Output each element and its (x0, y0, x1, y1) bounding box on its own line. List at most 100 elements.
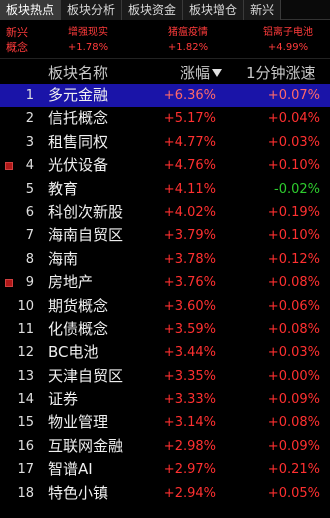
speed-percent: +0.08% (267, 321, 320, 337)
table-row[interactable]: 18 特色小镇 +2.94% +0.05% (0, 482, 330, 505)
sector-name: 教育 (48, 179, 79, 198)
speed-percent: -0.02% (274, 181, 320, 197)
change-percent: +5.17% (163, 111, 216, 127)
sector-name: BC电池 (48, 343, 99, 362)
speed-percent: +0.03% (267, 134, 320, 150)
hot-concept-change: +4.99% (267, 42, 309, 53)
tab-sector-hot[interactable]: 板块热点 (0, 0, 62, 20)
change-percent: +2.98% (163, 438, 216, 454)
sector-name: 证券 (48, 390, 79, 409)
speed-percent: +0.10% (267, 228, 320, 244)
table-row[interactable]: 11 化债概念 +3.59% +0.08% (0, 318, 330, 341)
sector-name: 天津自贸区 (48, 366, 124, 385)
table-row[interactable]: 2 信托概念 +5.17% +0.04% (0, 107, 330, 130)
sector-name: 物业管理 (48, 413, 109, 432)
table-row[interactable]: 1 多元金融 +6.36% +0.07% (0, 84, 330, 108)
speed-percent: +0.08% (267, 415, 320, 431)
row-number: 3 (25, 134, 34, 150)
change-percent: +3.14% (163, 415, 216, 431)
sector-name: 科创次新股 (48, 202, 124, 221)
header-change-label: 涨幅 (180, 64, 211, 82)
change-percent: +4.77% (163, 134, 216, 150)
row-number: 8 (25, 251, 34, 267)
header-speed[interactable]: 1分钟涨速 (246, 62, 316, 83)
change-percent: +3.76% (163, 275, 216, 291)
sector-name: 海南自贸区 (48, 226, 124, 245)
table-row[interactable]: 12 BC电池 +3.44% +0.03% (0, 341, 330, 364)
speed-percent: +0.21% (267, 462, 320, 478)
table-row[interactable]: 17 智谱AI +2.97% +0.21% (0, 458, 330, 481)
table-row[interactable]: 5 教育 +4.11% -0.02% (0, 178, 330, 201)
sector-name: 房地产 (48, 273, 94, 292)
hot-concept-name: 铝离子电池 (263, 27, 313, 38)
row-number: 13 (17, 368, 34, 384)
row-number: 12 (17, 345, 34, 361)
speed-percent: +0.10% (267, 158, 320, 174)
change-percent: +3.44% (163, 345, 216, 361)
speed-percent: +0.00% (267, 368, 320, 384)
row-number: 17 (17, 462, 34, 478)
header-change[interactable]: 涨幅 (180, 62, 223, 83)
hot-concept-item[interactable]: 增强现实 +1.78% (48, 25, 128, 55)
change-percent: +3.35% (163, 368, 216, 384)
speed-percent: +0.12% (267, 251, 320, 267)
hot-concept-item[interactable]: 猪瘟疫情 +1.82% (148, 25, 228, 55)
change-percent: +3.33% (163, 392, 216, 408)
tab-sector-position[interactable]: 板块增仓 (183, 0, 245, 20)
sector-name: 信托概念 (48, 109, 109, 128)
sector-name: 多元金融 (48, 86, 109, 104)
hot-concept-change: +1.78% (67, 42, 109, 53)
row-number: 1 (25, 88, 34, 103)
tab-sector-funds[interactable]: 板块资金 (122, 0, 184, 20)
table-row[interactable]: 9 房地产 +3.76% +0.08% (0, 271, 330, 294)
row-number: 15 (17, 415, 34, 431)
speed-percent: +0.06% (267, 298, 320, 314)
speed-percent: +0.09% (267, 438, 320, 454)
tab-emerging[interactable]: 新兴 (244, 0, 282, 20)
sector-name: 光伏设备 (48, 156, 109, 175)
table-row[interactable]: 4 光伏设备 +4.76% +0.10% (0, 154, 330, 177)
change-percent: +6.36% (163, 88, 216, 103)
change-percent: +3.59% (163, 321, 216, 337)
table-row[interactable]: 14 证券 +3.33% +0.09% (0, 388, 330, 411)
sector-name: 租售同权 (48, 132, 109, 151)
sort-desc-icon (212, 69, 223, 77)
table-row[interactable]: 10 期货概念 +3.60% +0.06% (0, 295, 330, 318)
hot-concept-change: +1.82% (167, 42, 209, 53)
table-row[interactable]: 13 天津自贸区 +3.35% +0.00% (0, 365, 330, 388)
change-percent: +4.11% (163, 181, 216, 197)
change-percent: +3.60% (163, 298, 216, 314)
hot-concept-name: 增强现实 (68, 27, 108, 38)
table-row[interactable]: 3 租售同权 +4.77% +0.03% (0, 131, 330, 154)
row-number: 9 (25, 275, 34, 291)
sector-name: 特色小镇 (48, 483, 109, 502)
change-percent: +4.02% (163, 204, 216, 220)
speed-percent: +0.08% (267, 275, 320, 291)
sector-list: 1 多元金融 +6.36% +0.07% 2 信托概念 +5.17% +0.04% 3 租售同权 +… (0, 84, 330, 505)
sector-name: 化债概念 (48, 319, 109, 338)
tab-sector-analysis[interactable]: 板块分析 (61, 0, 123, 20)
speed-percent: +0.09% (267, 392, 320, 408)
table-row[interactable]: 15 物业管理 +3.14% +0.08% (0, 411, 330, 434)
tab-bar: 板块热点 板块分析 板块资金 板块增仓 新兴 (0, 0, 330, 20)
table-row[interactable]: 16 互联网金融 +2.98% +0.09% (0, 435, 330, 458)
header-sector-name[interactable]: 板块名称 (48, 62, 108, 83)
speed-percent: +0.04% (267, 111, 320, 127)
table-row[interactable]: 7 海南自贸区 +3.79% +0.10% (0, 224, 330, 247)
speed-percent: +0.19% (267, 204, 320, 220)
table-header: 板块名称 涨幅 1分钟涨速 (0, 61, 330, 83)
row-number: 16 (17, 438, 34, 454)
change-percent: +3.78% (163, 251, 216, 267)
row-number: 18 (17, 485, 34, 501)
row-number: 2 (25, 111, 34, 127)
hot-concept-item[interactable]: 铝离子电池 +4.99% (248, 25, 328, 55)
table-row[interactable]: 8 海南 +3.78% +0.12% (0, 248, 330, 271)
sector-name: 海南 (48, 249, 79, 268)
table-row[interactable]: 6 科创次新股 +4.02% +0.19% (0, 201, 330, 224)
change-percent: +4.76% (163, 158, 216, 174)
sector-name: 互联网金融 (48, 436, 124, 455)
emerging-concept-label: 新兴 概念 (6, 26, 28, 54)
marker-icon (5, 162, 13, 171)
marker-icon (5, 279, 13, 288)
sector-name: 智谱AI (48, 460, 93, 479)
